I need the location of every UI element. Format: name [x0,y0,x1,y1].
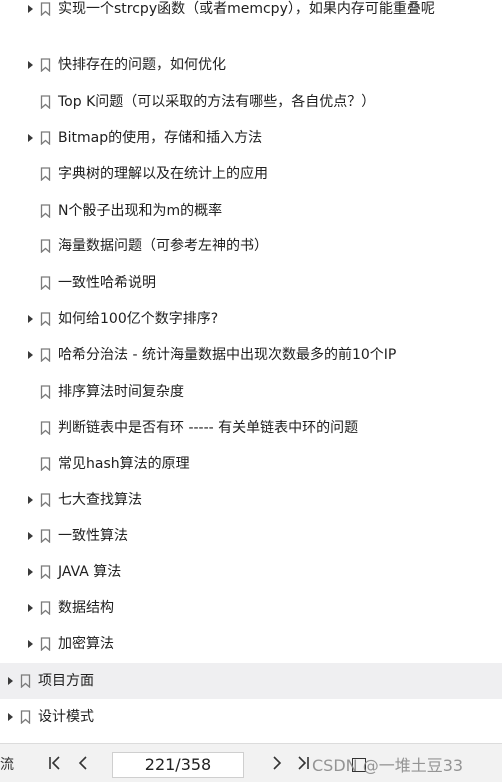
outline-item-label: 设计模式 [38,709,94,725]
watermark: CSDN @一堆土豆33 [312,756,464,775]
expand-arrow-icon[interactable] [28,604,33,612]
bookmark-icon [40,312,51,326]
outline-item[interactable]: 七大查找算法 [0,482,502,518]
expand-arrow-icon[interactable] [8,713,13,721]
outline-item[interactable]: N个骰子出现和为m的概率 [0,193,502,229]
outline-item[interactable]: 判断链表中是否有环 ----- 有关单链表中环的问题 [0,410,502,446]
bookmark-icon [40,601,51,615]
expand-arrow-icon[interactable] [28,568,33,576]
outline-item-label: 项目方面 [38,673,94,689]
bookmark-icon [40,385,51,399]
outline-item-label: 七大查找算法 [58,492,142,508]
outline-item-label: 判断链表中是否有环 ----- 有关单链表中环的问题 [58,420,359,436]
expand-arrow-icon[interactable] [8,677,13,685]
next-page-icon[interactable] [266,752,288,774]
bookmark-icon [40,131,51,145]
bookmark-icon [40,493,51,507]
bookmark-icon [40,95,51,109]
outline-item-label: 哈希分治法 - 统计海量数据中出现次数最多的前10个IP [58,347,397,363]
bookmark-icon [40,421,51,435]
bookmark-icon [40,565,51,579]
expand-arrow-icon[interactable] [28,61,33,69]
expand-arrow-icon[interactable] [28,640,33,648]
outline-item[interactable]: 快排存在的问题，如何优化 [0,47,502,83]
bookmark-icon [40,58,51,72]
outline-item-label: 数据结构 [58,600,114,616]
outline-item-label: Bitmap的使用，存储和插入方法 [58,130,263,146]
outline-item[interactable]: 一致性算法 [0,518,502,554]
outline-item-label: Top K问题（可以采取的方法有哪些，各自优点？） [58,94,376,110]
outline-item[interactable]: 哈希分治法 - 统计海量数据中出现次数最多的前10个IP [0,337,502,373]
outline-item[interactable]: 数据结构 [0,590,502,626]
outline-item[interactable]: Bitmap的使用，存储和插入方法 [0,120,502,156]
expand-arrow-icon[interactable] [28,532,33,540]
outline-item[interactable]: 如何给100亿个数字排序? [0,301,502,337]
outline-item[interactable]: 实现一个strcpy函数（或者memcpy），如果内存可能重叠呢 [0,0,502,44]
outline-item[interactable]: 字典树的理解以及在统计上的应用 [0,156,502,192]
expand-arrow-icon[interactable] [28,496,33,504]
first-page-icon[interactable] [44,752,66,774]
outline-item-label: 实现一个strcpy函数（或者memcpy），如果内存可能重叠呢 [58,1,435,17]
outline-item-label: N个骰子出现和为m的概率 [58,203,223,219]
bookmark-icon [40,348,51,362]
bookmark-icon [40,276,51,290]
last-page-icon[interactable] [292,752,314,774]
outline-item-label: 加密算法 [58,636,114,652]
expand-arrow-icon[interactable] [28,134,33,142]
outline-item-label: JAVA 算法 [58,564,122,580]
outline-item-label: 如何给100亿个数字排序? [58,311,219,327]
outline-item-label: 字典树的理解以及在统计上的应用 [58,166,268,182]
page-number-field[interactable]: 221/358 [112,752,244,778]
bookmark-icon [20,710,31,724]
outline-item-label: 一致性哈希说明 [58,275,156,291]
outline-item[interactable]: JAVA 算法 [0,554,502,590]
outline-item[interactable]: 排序算法时间复杂度 [0,374,502,410]
bookmark-icon [40,204,51,218]
outline-item[interactable]: 项目方面 [0,663,502,699]
left-text-fragment: 流 [0,757,14,773]
expand-arrow-icon[interactable] [28,315,33,323]
bookmark-icon [40,167,51,181]
outline-item[interactable]: Top K问题（可以采取的方法有哪些，各自优点？） [0,84,502,120]
bookmark-icon [20,674,31,688]
bookmark-icon [40,2,51,16]
outline-panel: 实现一个strcpy函数（或者memcpy），如果内存可能重叠呢 快排存在的问题，… [0,0,502,743]
outline-item-label: 排序算法时间复杂度 [58,384,184,400]
outline-item-label: 快排存在的问题，如何优化 [58,57,226,73]
bookmark-icon [40,637,51,651]
prev-page-icon[interactable] [72,752,94,774]
outline-item-label: 海量数据问题（可参考左神的书） [58,238,268,254]
outline-item[interactable]: 常见hash算法的原理 [0,446,502,482]
outline-item-label: 常见hash算法的原理 [58,456,190,472]
outline-item[interactable]: 设计模式 [0,699,502,735]
bookmark-icon [40,457,51,471]
expand-arrow-icon[interactable] [28,351,33,359]
outline-item[interactable]: 加密算法 [0,626,502,662]
bookmark-icon [40,529,51,543]
outline-item[interactable]: 一致性哈希说明 [0,265,502,301]
outline-item-label: 一致性算法 [58,528,128,544]
bookmark-icon [40,239,51,253]
expand-arrow-icon[interactable] [28,5,33,13]
outline-item[interactable]: 海量数据问题（可参考左神的书） [0,228,502,264]
